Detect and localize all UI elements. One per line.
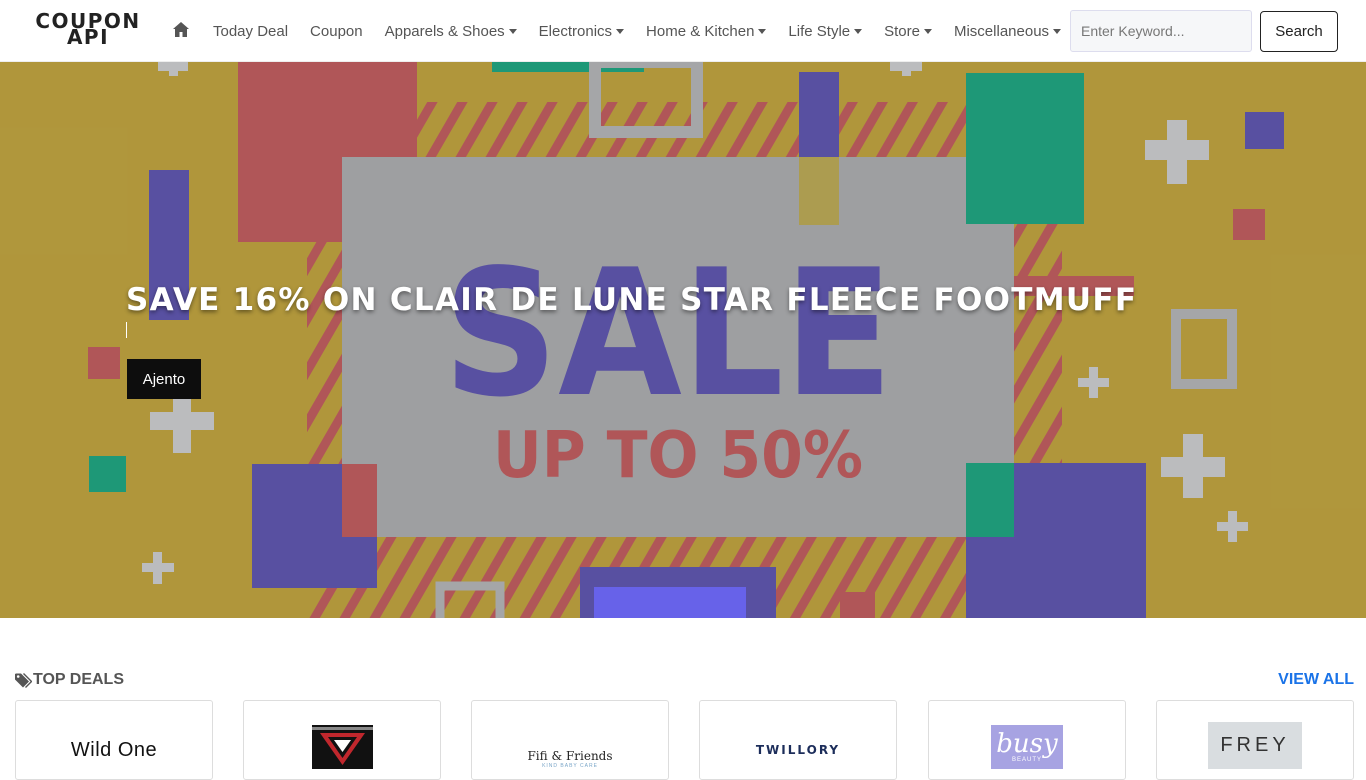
brand-logo[interactable]: COUPON API xyxy=(34,11,142,47)
caret-down-icon xyxy=(616,29,625,34)
store-card-busy-beauty[interactable]: busy BEAUTY xyxy=(928,700,1126,780)
nav-item-apparels-shoes[interactable]: Apparels & Shoes xyxy=(385,23,517,40)
top-deals-heading: TOP DEALS xyxy=(15,671,124,689)
store-card-frey[interactable]: FREY xyxy=(1156,700,1354,780)
store-badge-logo xyxy=(311,725,373,769)
caret-down-icon xyxy=(758,29,767,34)
store-logo-wild-one: Wild One xyxy=(70,739,158,761)
tag-icon xyxy=(15,672,32,688)
sale-banner-image: SALE UP TO 50% xyxy=(88,62,1284,618)
hero-title: SAVE 16% ON CLAIR DE LUNE STAR FLEECE FO… xyxy=(126,282,1138,318)
top-deals-title: TOP DEALS xyxy=(33,671,124,688)
caret-down-icon xyxy=(923,29,932,34)
search-button[interactable]: Search xyxy=(1260,11,1338,52)
home-icon[interactable] xyxy=(172,21,190,38)
nav-item-life-style[interactable]: Life Style xyxy=(788,23,863,40)
store-card-2[interactable] xyxy=(243,700,441,780)
hero-banner[interactable]: SALE UP TO 50% SAVE 16% ON CLAIR DE LUNE… xyxy=(0,62,1366,618)
nav-item-store[interactable]: Store xyxy=(884,23,932,40)
nav-item-today-deal[interactable]: Today Deal xyxy=(213,23,288,40)
store-logo-2 xyxy=(311,725,373,779)
caret-down-icon xyxy=(508,29,517,34)
store-logo-busy-beauty: busy BEAUTY xyxy=(991,725,1063,779)
caret-down-icon xyxy=(854,29,863,34)
store-card-wild-one[interactable]: Wild One xyxy=(15,700,213,780)
store-card-twillory[interactable]: TWILLORY xyxy=(699,700,897,780)
view-all-link[interactable]: VIEW ALL xyxy=(1278,671,1354,689)
store-card-fifi-friends[interactable]: Fifi & Friends KIND BABY CARE xyxy=(471,700,669,780)
hero-store-button[interactable]: Ajento xyxy=(127,359,201,399)
caret-down-icon xyxy=(1053,29,1062,34)
search-input[interactable] xyxy=(1070,10,1252,52)
nav-item-home-kitchen[interactable]: Home & Kitchen xyxy=(646,23,767,40)
main-nav: Today Deal Coupon Apparels & Shoes Elect… xyxy=(213,0,1083,62)
nav-item-coupon[interactable]: Coupon xyxy=(310,23,363,40)
store-logo-fifi-friends: Fifi & Friends KIND BABY CARE xyxy=(527,749,613,769)
hero-divider xyxy=(126,322,127,338)
nav-item-miscellaneous[interactable]: Miscellaneous xyxy=(954,23,1062,40)
store-logo-frey: FREY xyxy=(1208,722,1302,779)
store-logo-twillory: TWILLORY xyxy=(755,743,841,757)
nav-item-electronics[interactable]: Electronics xyxy=(539,23,625,40)
navbar: COUPON API Today Deal Coupon Apparels & … xyxy=(0,0,1366,62)
